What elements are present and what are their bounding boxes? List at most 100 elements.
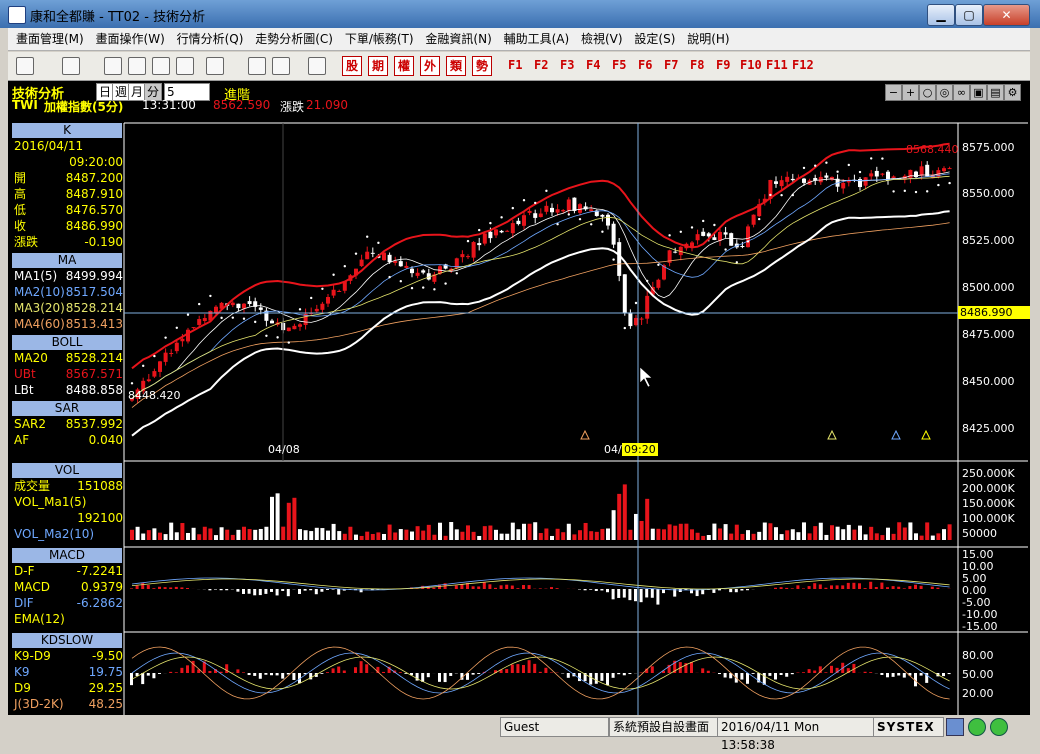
- candle-body: [158, 361, 162, 372]
- volume-bar: [656, 529, 660, 540]
- candle-body: [578, 204, 582, 213]
- menu-tools[interactable]: 輔助工具(A): [504, 28, 570, 50]
- sar-dot: [736, 261, 738, 263]
- sar-dot: [344, 265, 346, 267]
- fkey-f9[interactable]: F9: [716, 58, 730, 72]
- macd-bar: [808, 586, 811, 589]
- macd-bar: [774, 588, 777, 589]
- kd-bar: [382, 672, 385, 673]
- volume-bar: [724, 524, 728, 540]
- menu-screen-manage[interactable]: 畫面管理(M): [16, 28, 84, 50]
- maximize-button[interactable]: ▢: [955, 4, 983, 26]
- candle-body: [718, 232, 722, 241]
- sar-dot: [836, 171, 838, 173]
- fkey-f3[interactable]: F3: [560, 58, 574, 72]
- macd-bar: [253, 589, 256, 595]
- minimize-button[interactable]: ▁: [927, 4, 955, 26]
- kd-bar: [578, 673, 581, 681]
- macd-bar: [220, 589, 223, 590]
- volume-bar: [942, 529, 946, 540]
- volume-bar: [606, 528, 610, 540]
- menu-help[interactable]: 說明(H): [687, 28, 729, 50]
- macd-bar: [556, 588, 559, 589]
- mouse-cursor-icon: [640, 367, 652, 387]
- fkey-f7[interactable]: F7: [664, 58, 678, 72]
- kd-bar: [427, 673, 430, 677]
- candle-body: [511, 223, 515, 233]
- grid-icon[interactable]: [176, 57, 194, 75]
- kd-bar: [544, 668, 547, 673]
- macd-bar: [332, 589, 335, 590]
- menu-screen-ops[interactable]: 畫面操作(W): [96, 28, 165, 50]
- category-futures-button[interactable]: 期: [368, 56, 388, 76]
- sar-dot: [444, 282, 446, 284]
- status-layout[interactable]: 系統預設自設畫面: [609, 717, 718, 737]
- candle-body: [802, 179, 806, 183]
- volume-bar: [309, 531, 313, 540]
- menu-view[interactable]: 檢視(V): [581, 28, 623, 50]
- menu-finance-info[interactable]: 金融資訊(N): [425, 28, 491, 50]
- macd-bar: [550, 587, 553, 589]
- sar-dot: [500, 216, 502, 218]
- chart-icon[interactable]: [272, 57, 290, 75]
- menu-settings[interactable]: 設定(S): [634, 28, 675, 50]
- status-bar: Guest 系統預設自設畫面 2016/04/11 Mon 13:58:38 S…: [0, 715, 1040, 744]
- macd-bar: [522, 585, 525, 589]
- category-stock-button[interactable]: 股: [342, 56, 362, 76]
- fkey-f6[interactable]: F6: [638, 58, 652, 72]
- volume-bar: [522, 524, 526, 540]
- candle-body: [696, 234, 700, 240]
- category-sector-button[interactable]: 類: [446, 56, 466, 76]
- category-foreign-button[interactable]: 外: [420, 56, 440, 76]
- chart-area[interactable]: 技術分析 日 週 月 分 5 進階 TWI 加權指數(5分) 13:31:00 …: [8, 81, 1030, 715]
- fkey-f11[interactable]: F11: [766, 58, 788, 72]
- link-icon[interactable]: [248, 57, 266, 75]
- category-options-button[interactable]: 權: [394, 56, 414, 76]
- volume-bar: [326, 531, 330, 540]
- close-chart-icon[interactable]: [128, 57, 146, 75]
- connection-icon[interactable]: [946, 718, 964, 736]
- volume-layer: [130, 484, 952, 540]
- menu-order-account[interactable]: 下單/帳務(T): [345, 28, 414, 50]
- menu-trend-chart[interactable]: 走勢分析圖(C): [255, 28, 333, 50]
- close-button[interactable]: ✕: [983, 4, 1030, 26]
- volume-bar: [410, 532, 414, 540]
- macd-ema-line: [132, 579, 950, 589]
- volume-bar: [192, 528, 196, 540]
- candle-body: [477, 243, 481, 245]
- kd-bar: [707, 671, 710, 673]
- coin-icon[interactable]: [206, 57, 224, 75]
- logo-icon[interactable]: [308, 57, 326, 75]
- macd-bar: [735, 589, 738, 592]
- fkey-f1[interactable]: F1: [508, 58, 522, 72]
- layout-icon[interactable]: [16, 57, 34, 75]
- kd-bar: [354, 667, 357, 673]
- candle-body: [483, 234, 487, 244]
- candle-body: [556, 209, 560, 212]
- kd-bar: [175, 672, 178, 673]
- volume-bar: [892, 534, 896, 540]
- macd-bar: [936, 588, 939, 589]
- macd-bar: [841, 585, 844, 589]
- candle-body: [606, 215, 610, 226]
- fkey-f12[interactable]: F12: [792, 58, 814, 72]
- calculator-icon[interactable]: [152, 57, 170, 75]
- fkey-f4[interactable]: F4: [586, 58, 600, 72]
- fkey-f2[interactable]: F2: [534, 58, 548, 72]
- candle-body: [539, 214, 543, 217]
- fkey-f10[interactable]: F10: [740, 58, 762, 72]
- sar-dot: [657, 264, 659, 266]
- fkey-f8[interactable]: F8: [690, 58, 704, 72]
- category-trend-button[interactable]: 勢: [472, 56, 492, 76]
- menu-quote-analysis[interactable]: 行情分析(Q): [177, 28, 244, 50]
- window-icon[interactable]: [62, 57, 80, 75]
- volume-bar: [175, 532, 179, 540]
- volume-bar: [679, 524, 683, 540]
- status-user: Guest: [500, 717, 609, 737]
- macd-bar: [242, 589, 245, 594]
- search-icon[interactable]: [104, 57, 122, 75]
- fkey-f5[interactable]: F5: [612, 58, 626, 72]
- kd-bar: [780, 673, 783, 675]
- volume-bar: [393, 532, 397, 540]
- macd-bar: [208, 589, 211, 590]
